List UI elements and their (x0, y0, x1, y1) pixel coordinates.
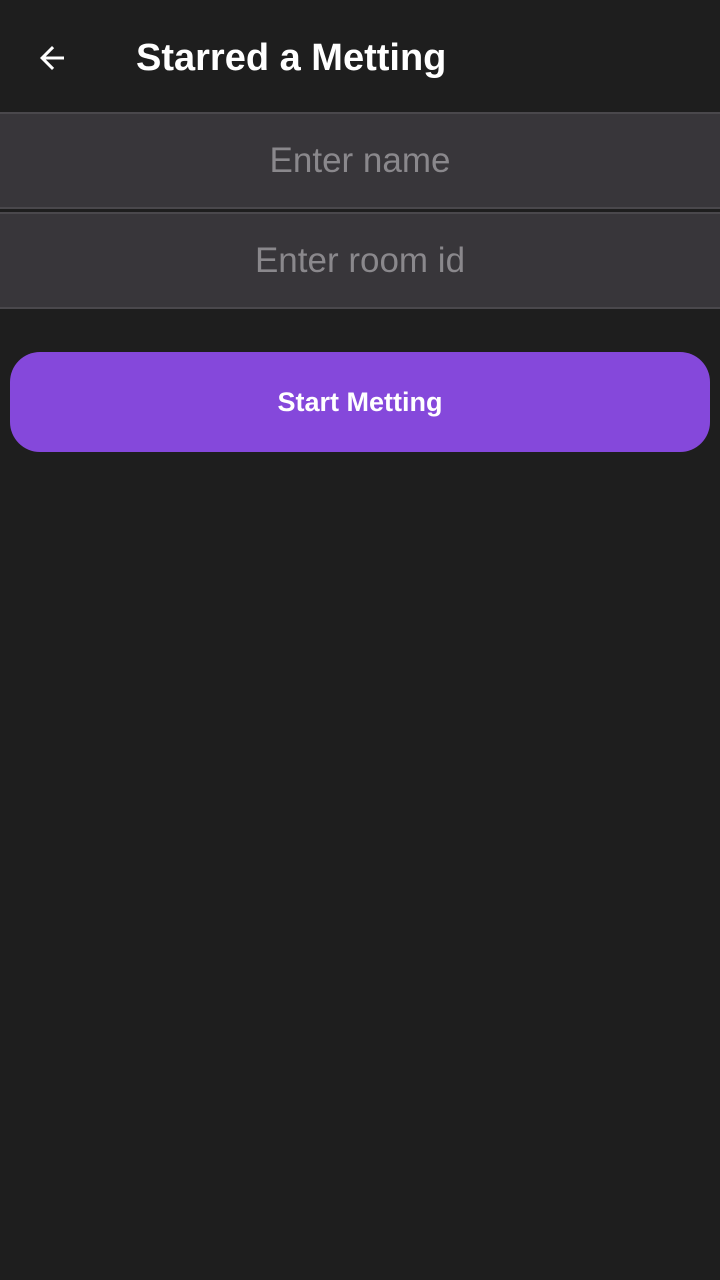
name-field-container (0, 112, 720, 209)
arrow-left-icon (40, 46, 64, 70)
toolbar: Starred a Metting (0, 0, 720, 112)
app-screen: Starred a Metting Start Metting (0, 0, 720, 1280)
room-id-field-container (0, 212, 720, 309)
page-title: Starred a Metting (136, 37, 447, 79)
back-button[interactable] (20, 26, 84, 90)
name-input[interactable] (0, 114, 720, 207)
start-meeting-button[interactable]: Start Metting (10, 352, 710, 452)
room-id-input[interactable] (0, 214, 720, 307)
